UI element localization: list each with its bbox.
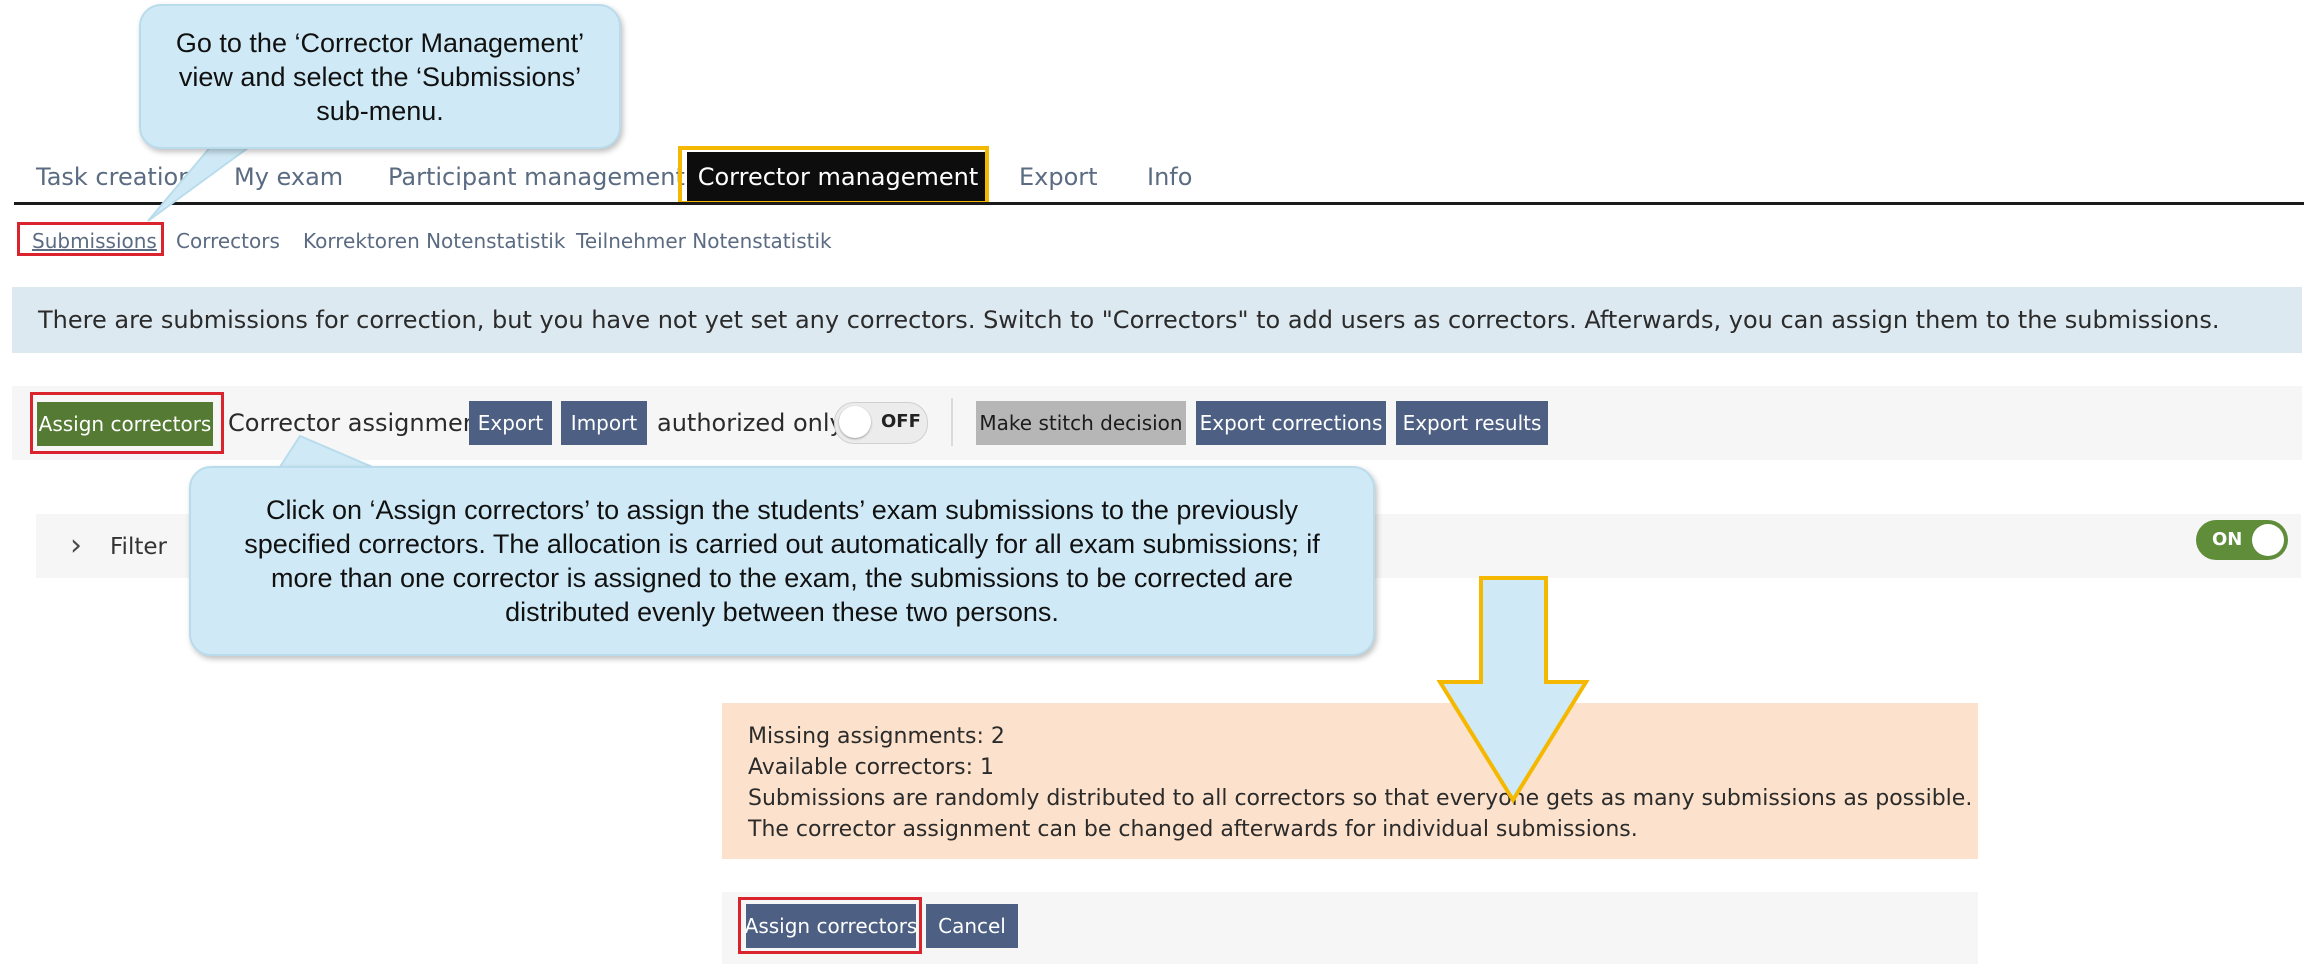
assign-hint-line: more than one corrector is assigned to t… xyxy=(270,563,1293,593)
down-arrow-icon xyxy=(1436,576,1590,804)
assign-hint-line: distributed evenly between these two per… xyxy=(505,597,1059,627)
nav-callout-pointer xyxy=(147,144,256,222)
assign-hint-callout: Click on ‘Assign correctors’ to assign t… xyxy=(189,466,1375,656)
nav-hint-line: view and select the ‘Submissions’ xyxy=(178,61,582,92)
assign-hint-line: Click on ‘Assign correctors’ to assign t… xyxy=(266,495,1298,525)
assign-hint-line: specified correctors. The allocation is … xyxy=(244,529,1320,559)
nav-hint-callout: Go to the ‘Corrector Management’ view an… xyxy=(139,4,621,149)
nav-hint-line: Go to the ‘Corrector Management’ xyxy=(175,27,585,58)
nav-hint-line: sub-menu. xyxy=(316,95,444,126)
